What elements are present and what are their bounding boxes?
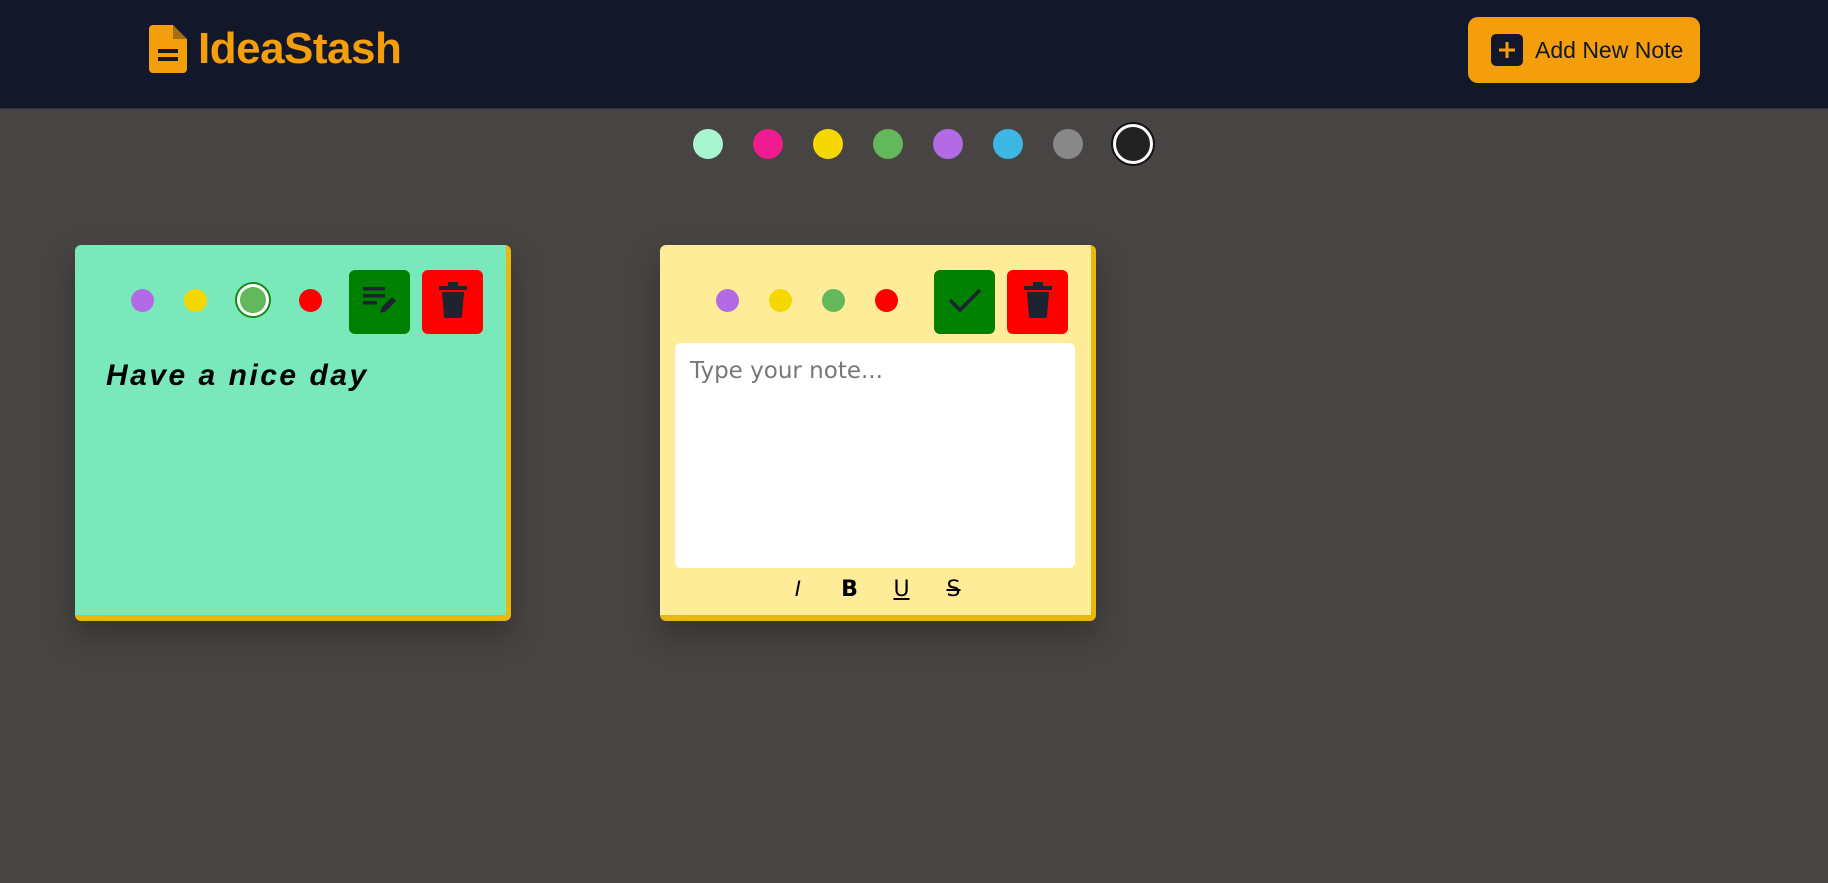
- note-color-purple[interactable]: [131, 288, 154, 312]
- app-header: IdeaStash Add New Note: [0, 0, 1828, 109]
- delete-note-button[interactable]: [1007, 270, 1068, 334]
- palette-color-mint[interactable]: [693, 129, 723, 159]
- note-card: Have a nice day: [75, 245, 511, 621]
- note-color-yellow[interactable]: [769, 289, 792, 312]
- palette-color-purple[interactable]: [933, 129, 963, 159]
- bold-button[interactable]: B: [824, 577, 876, 602]
- checkmark-icon: [948, 287, 982, 318]
- add-new-note-label: Add New Note: [1535, 36, 1684, 63]
- note-color-yellow[interactable]: [184, 288, 207, 312]
- note-color-options: [716, 289, 898, 312]
- trash-icon: [438, 281, 467, 323]
- note-text[interactable]: Have a nice day: [106, 359, 369, 393]
- italic-button[interactable]: I: [772, 576, 824, 602]
- save-note-button[interactable]: [934, 270, 995, 334]
- note-color-green[interactable]: [822, 289, 845, 312]
- note-card: I B U S: [660, 245, 1096, 621]
- palette-color-green[interactable]: [873, 129, 903, 159]
- palette-color-pink[interactable]: [753, 129, 783, 159]
- strikethrough-button[interactable]: S: [928, 577, 980, 602]
- note-color-purple[interactable]: [716, 289, 739, 312]
- color-palette: [693, 124, 1153, 164]
- palette-color-blue[interactable]: [993, 129, 1023, 159]
- format-toolbar: I B U S: [660, 576, 1091, 602]
- document-icon: [149, 25, 187, 73]
- edit-note-icon: [361, 283, 399, 322]
- note-color-green[interactable]: [237, 284, 269, 316]
- note-color-red[interactable]: [875, 289, 898, 312]
- app-title: IdeaStash: [198, 24, 402, 73]
- note-color-options: [131, 284, 322, 316]
- palette-color-gray[interactable]: [1053, 129, 1083, 159]
- delete-note-button[interactable]: [422, 270, 483, 334]
- edit-note-button[interactable]: [349, 270, 410, 334]
- trash-icon: [1023, 281, 1052, 323]
- note-textarea[interactable]: [675, 343, 1075, 568]
- note-color-red[interactable]: [299, 288, 322, 312]
- brand[interactable]: IdeaStash: [149, 21, 402, 77]
- palette-color-black[interactable]: [1113, 124, 1153, 164]
- palette-color-yellow[interactable]: [813, 129, 843, 159]
- add-new-note-button[interactable]: Add New Note: [1468, 17, 1700, 83]
- plus-square-icon: [1491, 34, 1523, 66]
- underline-button[interactable]: U: [876, 577, 928, 602]
